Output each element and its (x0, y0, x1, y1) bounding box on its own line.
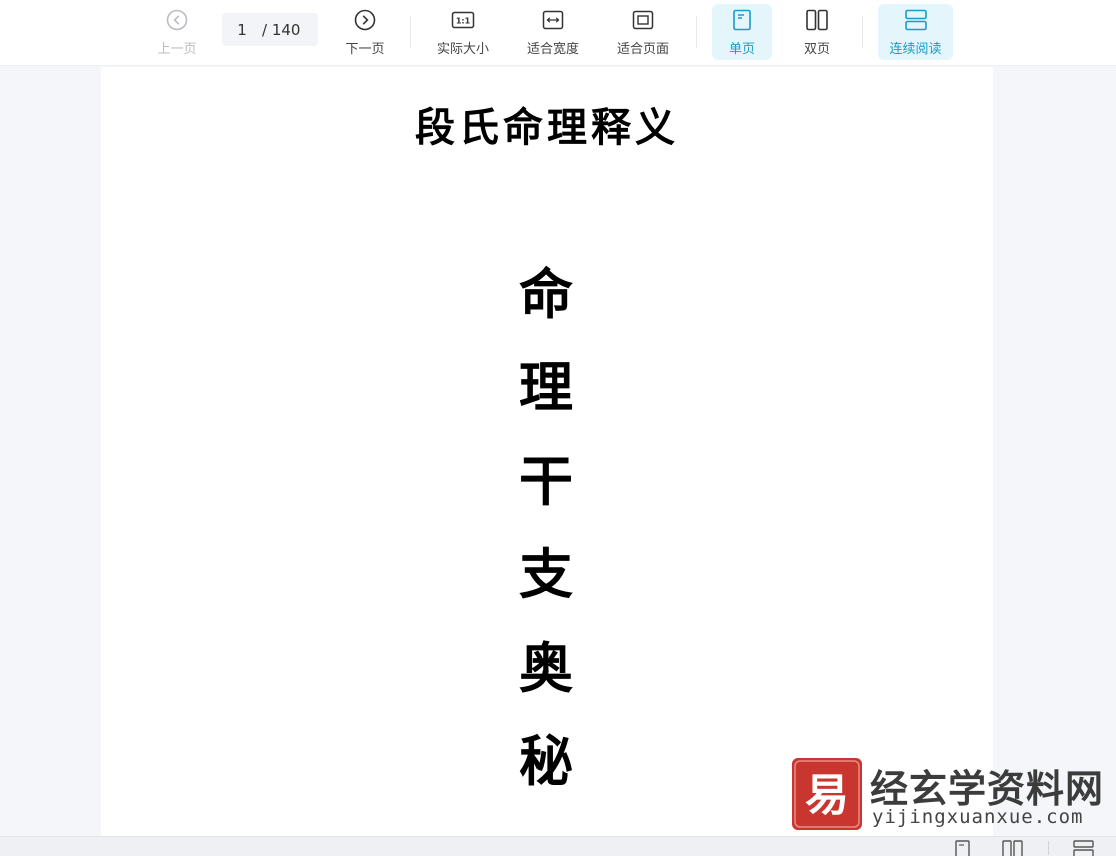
continuous-scroll-icon (904, 8, 928, 32)
site-url: yijingxuanxue.com (872, 806, 1084, 828)
bottom-status-bar (0, 836, 1116, 856)
single-page-button[interactable]: 单页 (712, 4, 772, 60)
vertical-title-char: 支 (519, 543, 573, 606)
page-number-input[interactable] (222, 20, 262, 39)
actual-size-label: 实际大小 (436, 42, 489, 57)
double-page-label: 双页 (803, 42, 830, 57)
svg-text:1:1: 1:1 (456, 17, 471, 26)
document-title: 段氏命理释义 (415, 105, 679, 151)
one-to-one-icon: 1:1 (451, 8, 475, 32)
fit-page-label: 适合页面 (616, 42, 669, 57)
bottom-divider (1048, 841, 1049, 855)
site-logo-char: 易 (805, 770, 849, 821)
next-page-label: 下一页 (345, 42, 385, 57)
vertical-title-char: 秘 (519, 730, 573, 793)
continuous-scroll-icon[interactable] (1073, 840, 1094, 856)
toolbar-divider (862, 16, 863, 48)
double-page-icon[interactable] (1002, 840, 1023, 856)
fit-width-icon (541, 8, 565, 32)
chevron-right-circle-icon (353, 8, 377, 32)
fit-page-button[interactable]: 适合页面 (608, 4, 678, 60)
fit-page-icon (631, 8, 655, 32)
chevron-left-circle-icon (165, 8, 189, 32)
site-logo: 易 (792, 758, 862, 830)
toolbar-divider (410, 16, 411, 48)
site-watermark: 易 经玄学资料网 yijingxuanxue.com (792, 758, 1105, 832)
double-page-button[interactable]: 双页 (787, 4, 847, 60)
viewer-toolbar: 上一页 / 140 下一页 1:1 实际大小 适合宽度 适合页面 单页 (0, 0, 1116, 66)
double-page-icon (805, 8, 829, 32)
actual-size-button[interactable]: 1:1 实际大小 (428, 4, 498, 60)
next-page-button[interactable]: 下一页 (336, 4, 394, 60)
page-total: / 140 (262, 20, 301, 39)
page-number-box: / 140 (222, 13, 318, 46)
site-name: 经玄学资料网 (870, 767, 1105, 811)
vertical-title-char: 奥 (519, 637, 573, 700)
prev-page-button[interactable]: 上一页 (148, 4, 206, 60)
toolbar-divider (696, 16, 697, 48)
continuous-reading-label: 连续阅读 (889, 42, 942, 57)
continuous-reading-button[interactable]: 连续阅读 (878, 4, 953, 60)
prev-page-label: 上一页 (157, 42, 197, 57)
vertical-title-char: 干 (519, 450, 573, 513)
single-page-icon (730, 8, 754, 32)
single-page-icon[interactable] (953, 840, 973, 856)
single-page-label: 单页 (728, 42, 755, 57)
vertical-title-char: 理 (519, 356, 573, 419)
vertical-title-char: 命 (519, 263, 573, 326)
fit-width-button[interactable]: 适合宽度 (518, 4, 588, 60)
document-page: 段氏命理释义 命 理 干 支 奥 秘 (101, 67, 993, 837)
fit-width-label: 适合宽度 (526, 42, 579, 57)
